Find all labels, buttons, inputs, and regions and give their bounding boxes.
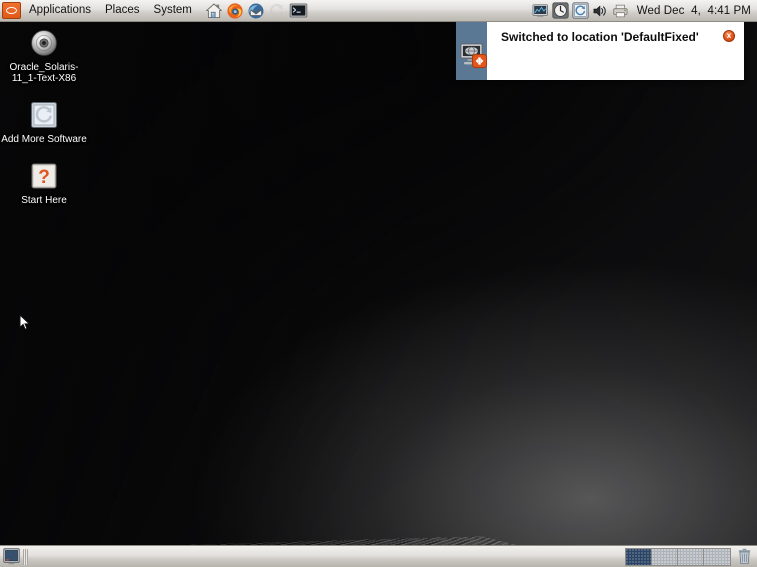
- package-manager-icon: [28, 99, 60, 131]
- workspace-2[interactable]: [652, 548, 678, 565]
- system-tray: [532, 2, 629, 19]
- tray-volume[interactable]: [592, 2, 609, 19]
- package-update-icon: [572, 2, 589, 19]
- wallpaper-vignette: [0, 0, 757, 567]
- trash-icon: [738, 548, 750, 564]
- workspace-1[interactable]: [626, 548, 652, 565]
- workspace-3[interactable]: [678, 548, 704, 565]
- terminal-icon: [289, 3, 308, 18]
- tray-package-update[interactable]: [572, 2, 589, 19]
- desktop-icon-label: Add More Software: [1, 134, 87, 145]
- show-desktop-button[interactable]: [2, 548, 20, 566]
- panel-grip-handle[interactable]: [23, 548, 28, 565]
- workspace-switcher[interactable]: [625, 547, 731, 566]
- launcher-terminal[interactable]: [289, 1, 308, 20]
- speaker-volume-icon: [593, 5, 606, 16]
- bottom-panel: [0, 545, 757, 567]
- menu-places[interactable]: Places: [98, 2, 147, 19]
- desktop-icon-column: Oracle_Solaris-11_1-Text-X86 Add More So…: [0, 24, 92, 218]
- solaris-menu-logo-icon[interactable]: [2, 2, 21, 19]
- close-icon[interactable]: x: [723, 30, 735, 42]
- tray-network-monitor[interactable]: [532, 2, 549, 19]
- network-location-changed-icon: [460, 42, 490, 70]
- launcher-file-browser[interactable]: [205, 1, 224, 20]
- window-list[interactable]: [31, 548, 625, 566]
- question-mark-icon: ?: [28, 160, 60, 192]
- notification-title: Switched to location 'DefaultFixed': [501, 30, 699, 44]
- panel-clock[interactable]: Wed Dec 4, 4:41 PM: [633, 5, 757, 17]
- thunderbird-mail-icon: [248, 3, 264, 18]
- network-connection-icon: [532, 4, 548, 18]
- desktop-icon-add-more-software[interactable]: Add More Software: [0, 96, 88, 147]
- top-panel: Applications Places System Wed Dec 4, 4:…: [0, 0, 757, 22]
- clock-icon: [552, 2, 569, 19]
- launcher-update-manager[interactable]: [268, 1, 287, 20]
- honeycomb-pattern: [69, 0, 757, 567]
- launcher-thunderbird[interactable]: [247, 1, 266, 20]
- launcher-firefox[interactable]: [226, 1, 245, 20]
- desktop-wallpaper[interactable]: [0, 0, 757, 567]
- notification-body: Switched to location 'DefaultFixed' x: [487, 22, 744, 80]
- workspace-4[interactable]: [704, 548, 730, 565]
- wallpaper-lighting-overlay: [0, 0, 757, 567]
- home-folder-icon: [206, 3, 223, 18]
- firefox-icon: [227, 2, 243, 19]
- printer-icon: [612, 4, 628, 17]
- tray-printer[interactable]: [612, 2, 629, 19]
- optical-disc-icon: [28, 27, 60, 59]
- desktop-icon-oracle-solaris-media[interactable]: Oracle_Solaris-11_1-Text-X86: [0, 24, 88, 86]
- show-desktop-icon: [2, 548, 20, 565]
- svg-text:?: ?: [38, 167, 50, 188]
- tray-clock-applet[interactable]: [552, 2, 569, 19]
- trash-applet[interactable]: [734, 548, 754, 566]
- notification-stripe: [456, 22, 487, 80]
- panel-launcher-group: [205, 1, 308, 20]
- desktop-icon-label: Oracle_Solaris-11_1-Text-X86: [9, 62, 79, 84]
- close-icon-glyph: x: [726, 31, 732, 40]
- logo-ring-shape: [6, 7, 17, 14]
- desktop-icon-start-here[interactable]: ? Start Here: [0, 157, 88, 208]
- menu-system[interactable]: System: [147, 2, 199, 19]
- notification-popup[interactable]: Switched to location 'DefaultFixed' x: [456, 22, 744, 80]
- desktop-icon-label: Start Here: [21, 195, 67, 206]
- honeycomb-perspective-stage: [69, 0, 757, 567]
- update-refresh-icon: [270, 3, 284, 17]
- menu-applications[interactable]: Applications: [22, 2, 98, 19]
- desktop-screen: Applications Places System Wed Dec 4, 4:…: [0, 0, 757, 567]
